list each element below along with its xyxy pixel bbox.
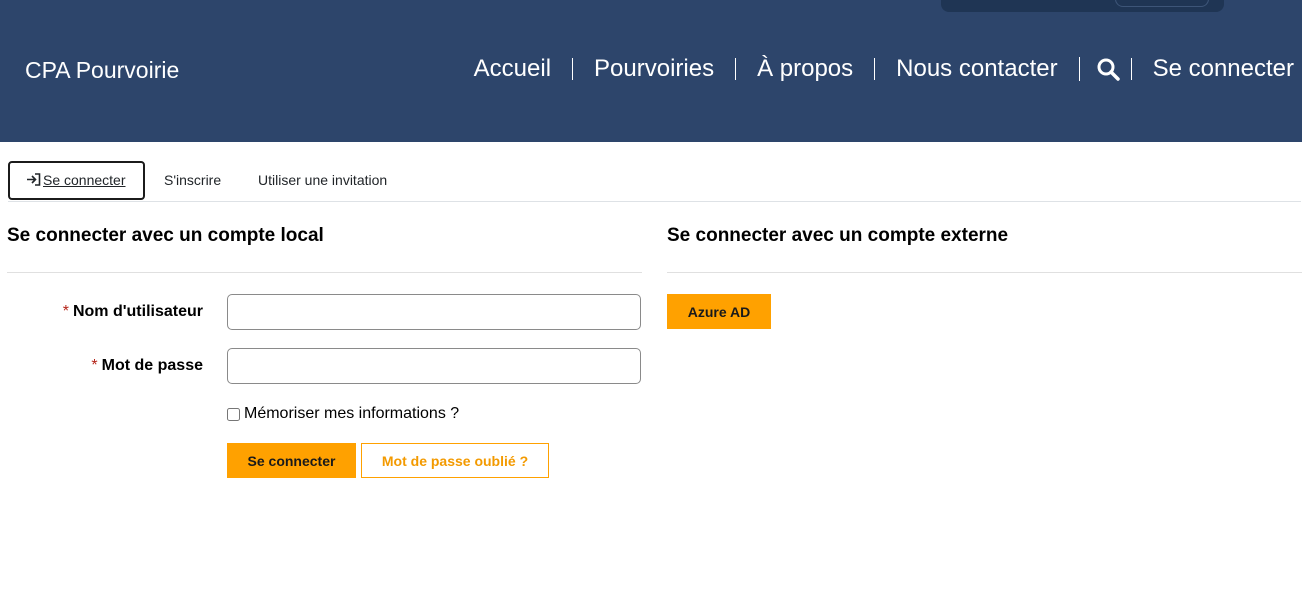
top-widget	[941, 0, 1224, 12]
password-input[interactable]	[227, 348, 641, 384]
tab-login[interactable]: Se connecter	[8, 161, 145, 200]
nav-about[interactable]: À propos	[735, 57, 874, 81]
required-marker: *	[62, 303, 69, 320]
external-login-heading: Se connecter avec un compte externe	[667, 225, 1009, 246]
top-widget-pill	[1115, 0, 1209, 7]
azure-ad-button[interactable]: Azure AD	[667, 294, 771, 329]
nav-login[interactable]: Se connecter	[1130, 57, 1294, 81]
search-icon	[1097, 58, 1120, 81]
sign-in-icon	[26, 163, 41, 198]
remember-me[interactable]: Mémoriser mes informations ?	[227, 405, 459, 423]
local-login-heading: Se connecter avec un compte local	[7, 225, 324, 246]
divider	[7, 272, 642, 273]
tab-register[interactable]: S'inscrire	[148, 161, 237, 200]
nav-contact[interactable]: Nous contacter	[874, 57, 1078, 81]
remember-label: Mémoriser mes informations ?	[244, 405, 460, 422]
forgot-password-button[interactable]: Mot de passe oublié ?	[361, 443, 549, 478]
tab-login-label: Se connecter	[43, 172, 126, 188]
username-label-text: Nom d'utilisateur	[72, 303, 203, 320]
password-label-text: Mot de passe	[101, 357, 203, 374]
nav-outfitters[interactable]: Pourvoiries	[572, 57, 735, 81]
username-label: * Nom d'utilisateur	[3, 303, 203, 321]
remember-checkbox[interactable]	[227, 407, 240, 421]
required-marker: *	[91, 357, 98, 374]
brand-link[interactable]: CPA Pourvoirie	[25, 57, 179, 84]
username-input[interactable]	[227, 294, 641, 330]
search-button[interactable]	[1078, 57, 1131, 81]
auth-tabs: Se connecter S'inscrire Utiliser une inv…	[8, 161, 1301, 202]
password-label: * Mot de passe	[3, 357, 203, 375]
site-header: CPA Pourvoirie Accueil Pourvoiries À pro…	[0, 0, 1302, 142]
tab-invitation[interactable]: Utiliser une invitation	[242, 161, 403, 200]
login-button[interactable]: Se connecter	[227, 443, 356, 478]
main-nav: Accueil Pourvoiries À propos Nous contac…	[453, 52, 1294, 86]
nav-home[interactable]: Accueil	[453, 57, 572, 81]
divider	[667, 272, 1302, 273]
